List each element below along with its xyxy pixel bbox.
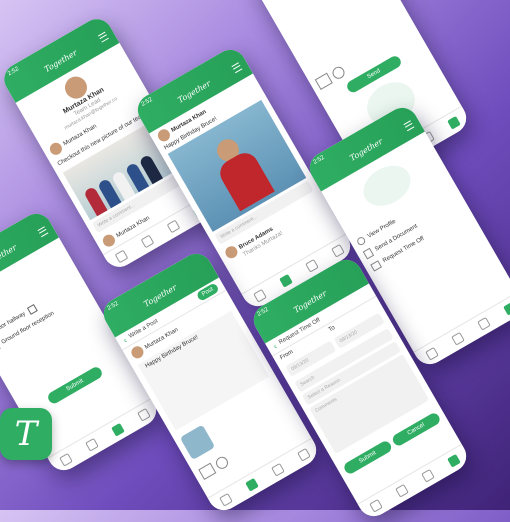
chat-icon[interactable]: [421, 468, 435, 483]
submit-button[interactable]: Submit: [46, 365, 104, 406]
feed-icon[interactable]: [279, 273, 293, 288]
avatar: [129, 344, 146, 361]
status-time: 2:52: [140, 96, 154, 108]
bottom-nav: [413, 291, 510, 370]
status-time: 2:52: [312, 154, 326, 166]
image-icon[interactable]: [314, 72, 333, 90]
status-time: 2:52: [256, 306, 270, 318]
document-icon: [362, 247, 375, 260]
feed-icon[interactable]: [140, 234, 155, 249]
feed-icon[interactable]: [395, 483, 409, 498]
chat-icon[interactable]: [477, 316, 491, 331]
home-icon[interactable]: [114, 249, 129, 264]
chat-icon[interactable]: [271, 462, 285, 477]
status-time: 2:52: [6, 66, 21, 78]
home-icon[interactable]: [219, 492, 233, 507]
back-icon[interactable]: ‹: [271, 341, 278, 350]
attached-photo: [179, 424, 216, 461]
home-icon[interactable]: [59, 452, 73, 467]
clip-icon[interactable]: [330, 64, 347, 81]
account-icon[interactable]: [503, 301, 510, 316]
account-icon[interactable]: [447, 115, 461, 130]
account-icon[interactable]: [447, 453, 461, 468]
checkbox[interactable]: [26, 304, 38, 316]
account-icon[interactable]: [297, 447, 311, 462]
bottom-nav: [47, 397, 162, 476]
user-icon: [355, 235, 367, 247]
checkbox[interactable]: [0, 341, 1, 353]
back-icon[interactable]: ‹: [121, 335, 128, 344]
app-logo: T: [0, 408, 52, 460]
chat-icon[interactable]: [166, 219, 181, 234]
account-icon[interactable]: [137, 407, 151, 422]
image-icon[interactable]: [198, 462, 217, 481]
chat-icon[interactable]: [111, 422, 125, 437]
feed-icon[interactable]: [245, 477, 259, 492]
feed-icon[interactable]: [451, 331, 465, 346]
calendar-icon: [370, 260, 383, 272]
home-icon[interactable]: [369, 498, 383, 513]
feed-icon[interactable]: [85, 437, 99, 452]
home-icon[interactable]: [425, 346, 439, 361]
account-icon[interactable]: [331, 243, 345, 258]
clip-icon[interactable]: [213, 454, 231, 472]
chat-icon[interactable]: [305, 258, 319, 273]
home-icon[interactable]: [253, 288, 267, 303]
status-time: 2:52: [106, 300, 120, 312]
app-header: Together: [0, 208, 59, 298]
